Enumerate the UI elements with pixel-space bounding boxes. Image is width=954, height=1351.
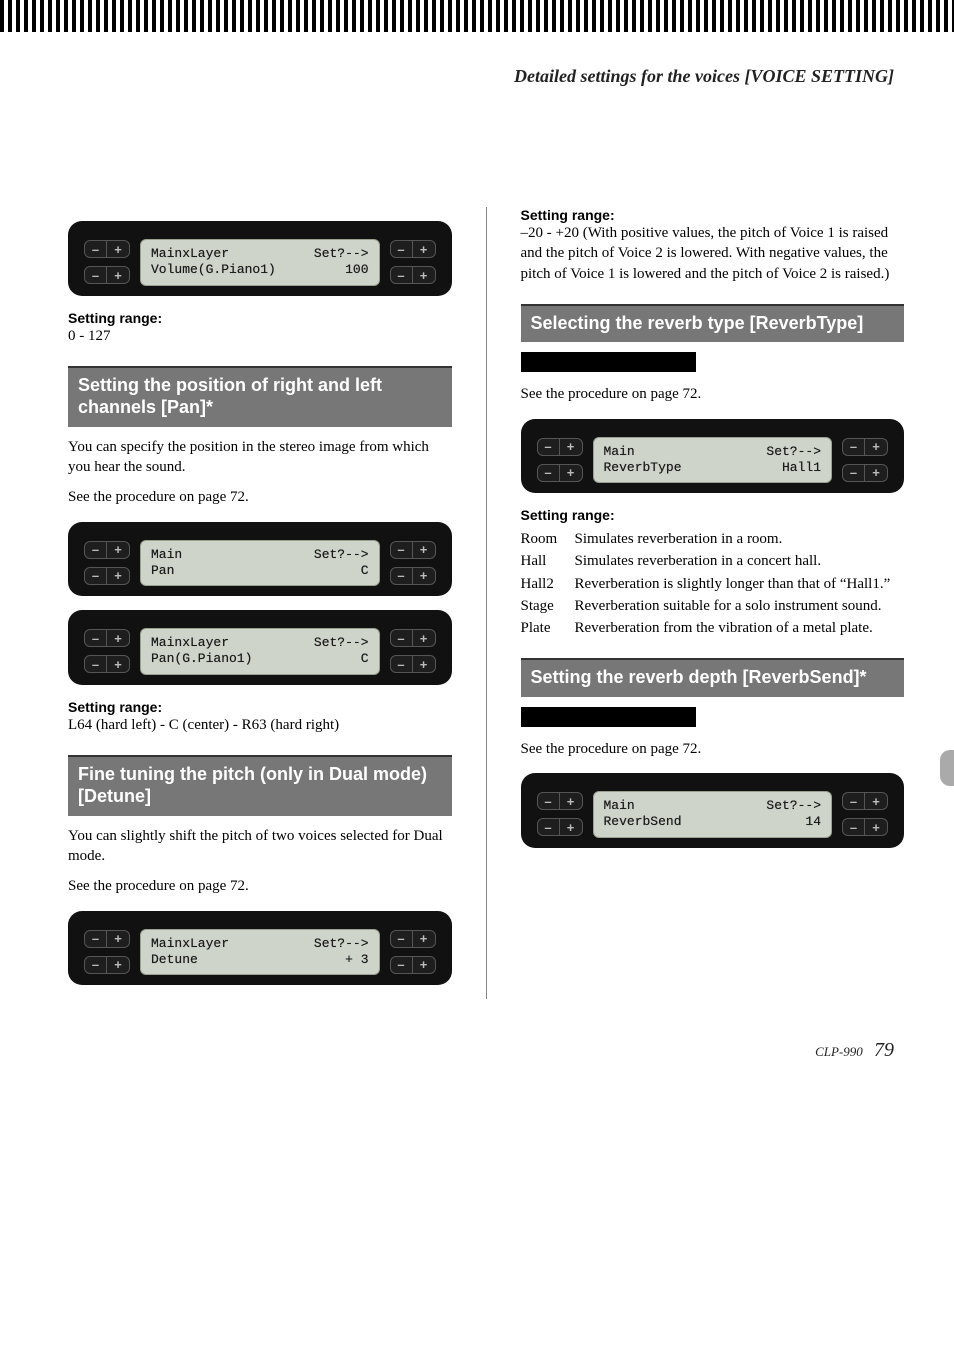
lcd-screen: MainxLayerSet?--> Pan(G.Piano1)C bbox=[140, 628, 380, 675]
right-buttons: –+ –+ bbox=[390, 541, 436, 585]
option-row: Hall2Reverberation is slightly longer th… bbox=[521, 574, 905, 594]
pm-button[interactable]: –+ bbox=[842, 818, 888, 836]
option-row: StageReverberation suitable for a solo i… bbox=[521, 596, 905, 616]
setting-range-label: Setting range: bbox=[68, 310, 452, 326]
setting-range-value: –20 - +20 (With positive values, the pit… bbox=[521, 223, 905, 284]
lcd-screen: MainxLayerSet?--> Volume(G.Piano1)100 bbox=[140, 239, 380, 286]
page-number: 79 bbox=[874, 1039, 894, 1061]
right-column: Setting range: –20 - +20 (With positive … bbox=[487, 207, 905, 999]
page-footer: CLP-990 79 bbox=[0, 1039, 954, 1092]
pm-button[interactable]: –+ bbox=[84, 567, 130, 585]
pm-button[interactable]: –+ bbox=[390, 240, 436, 258]
body-text: See the procedure on page 72. bbox=[521, 739, 905, 759]
pm-button[interactable]: –+ bbox=[390, 266, 436, 284]
pm-button[interactable]: –+ bbox=[84, 655, 130, 673]
pm-button[interactable]: –+ bbox=[390, 956, 436, 974]
right-buttons: –+ –+ bbox=[842, 792, 888, 836]
left-buttons: –+ –+ bbox=[84, 240, 130, 284]
pm-button[interactable]: –+ bbox=[390, 629, 436, 647]
left-column: –+ –+ MainxLayerSet?--> Volume(G.Piano1)… bbox=[68, 207, 487, 999]
lcd-panel-pan-layer: –+ –+ MainxLayerSet?--> Pan(G.Piano1)C –… bbox=[68, 610, 452, 685]
pm-button[interactable]: –+ bbox=[537, 792, 583, 810]
lcd-panel-volume: –+ –+ MainxLayerSet?--> Volume(G.Piano1)… bbox=[68, 221, 452, 296]
pm-button[interactable]: –+ bbox=[842, 438, 888, 456]
pm-button[interactable]: –+ bbox=[84, 930, 130, 948]
option-row: HallSimulates reverberation in a concert… bbox=[521, 551, 905, 571]
heading-reverb-type: Selecting the reverb type [ReverbType] bbox=[521, 304, 905, 343]
body-text: See the procedure on page 72. bbox=[68, 876, 452, 896]
heading-reverb-send: Setting the reverb depth [ReverbSend]* bbox=[521, 658, 905, 697]
left-buttons: –+ –+ bbox=[537, 792, 583, 836]
lcd-screen: MainSet?--> PanC bbox=[140, 540, 380, 587]
pm-button[interactable]: –+ bbox=[84, 629, 130, 647]
setting-range-label: Setting range: bbox=[521, 207, 905, 223]
redaction-bar bbox=[521, 707, 696, 727]
setting-range-value: 0 - 127 bbox=[68, 326, 452, 346]
barcode-decoration bbox=[0, 0, 954, 32]
content-columns: –+ –+ MainxLayerSet?--> Volume(G.Piano1)… bbox=[0, 87, 954, 1039]
lcd-panel-reverb-send: –+ –+ MainSet?--> ReverbSend14 –+ –+ bbox=[521, 773, 905, 848]
body-text: See the procedure on page 72. bbox=[521, 384, 905, 404]
pm-button[interactable]: –+ bbox=[84, 541, 130, 559]
setting-range-label: Setting range: bbox=[521, 507, 905, 523]
pm-button[interactable]: –+ bbox=[84, 266, 130, 284]
lcd-screen: MainSet?--> ReverbSend14 bbox=[593, 791, 833, 838]
lcd-screen: MainSet?--> ReverbTypeHall1 bbox=[593, 437, 833, 484]
body-text: You can specify the position in the ster… bbox=[68, 437, 452, 478]
right-buttons: –+ –+ bbox=[390, 629, 436, 673]
body-text: You can slightly shift the pitch of two … bbox=[68, 826, 452, 867]
pm-button[interactable]: –+ bbox=[84, 956, 130, 974]
body-text: See the procedure on page 72. bbox=[68, 487, 452, 507]
model-label: CLP-990 bbox=[815, 1044, 863, 1059]
left-buttons: –+ –+ bbox=[537, 438, 583, 482]
heading-pan: Setting the position of right and left c… bbox=[68, 366, 452, 427]
pm-button[interactable]: –+ bbox=[390, 541, 436, 559]
setting-range-label: Setting range: bbox=[68, 699, 452, 715]
right-buttons: –+ –+ bbox=[842, 438, 888, 482]
pm-button[interactable]: –+ bbox=[842, 792, 888, 810]
redaction-bar bbox=[521, 352, 696, 372]
left-buttons: –+ –+ bbox=[84, 541, 130, 585]
page-header: Detailed settings for the voices [VOICE … bbox=[0, 32, 954, 87]
left-buttons: –+ –+ bbox=[84, 629, 130, 673]
pm-button[interactable]: –+ bbox=[390, 567, 436, 585]
setting-range-value: L64 (hard left) - C (center) - R63 (hard… bbox=[68, 715, 452, 735]
pm-button[interactable]: –+ bbox=[537, 464, 583, 482]
lcd-panel-reverb-type: –+ –+ MainSet?--> ReverbTypeHall1 –+ –+ bbox=[521, 419, 905, 494]
lcd-panel-pan-main: –+ –+ MainSet?--> PanC –+ –+ bbox=[68, 522, 452, 597]
pm-button[interactable]: –+ bbox=[537, 818, 583, 836]
pm-button[interactable]: –+ bbox=[390, 930, 436, 948]
lcd-screen: MainxLayerSet?--> Detune+ 3 bbox=[140, 929, 380, 976]
pm-button[interactable]: –+ bbox=[390, 655, 436, 673]
lcd-panel-detune: –+ –+ MainxLayerSet?--> Detune+ 3 –+ –+ bbox=[68, 911, 452, 986]
right-buttons: –+ –+ bbox=[390, 240, 436, 284]
reverb-type-options: RoomSimulates reverberation in a room. H… bbox=[521, 529, 905, 638]
option-row: RoomSimulates reverberation in a room. bbox=[521, 529, 905, 549]
option-row: PlateReverberation from the vibration of… bbox=[521, 618, 905, 638]
edge-tab bbox=[940, 750, 954, 786]
pm-button[interactable]: –+ bbox=[537, 438, 583, 456]
pm-button[interactable]: –+ bbox=[84, 240, 130, 258]
heading-detune: Fine tuning the pitch (only in Dual mode… bbox=[68, 755, 452, 816]
left-buttons: –+ –+ bbox=[84, 930, 130, 974]
pm-button[interactable]: –+ bbox=[842, 464, 888, 482]
right-buttons: –+ –+ bbox=[390, 930, 436, 974]
